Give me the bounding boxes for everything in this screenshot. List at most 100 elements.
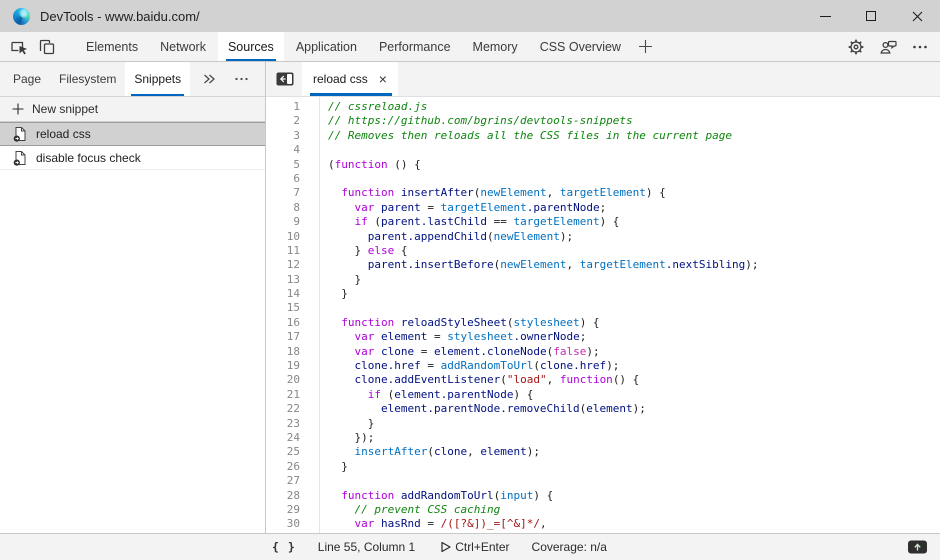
line-number[interactable]: 5 [266, 158, 300, 172]
code-line[interactable]: parent.insertBefore(newElement, targetEl… [328, 258, 940, 272]
coverage-status: Coverage: n/a [532, 540, 607, 554]
line-number[interactable]: 29 [266, 503, 300, 517]
code-line[interactable]: } [328, 417, 940, 431]
code-line[interactable]: (function () { [328, 158, 940, 172]
line-number[interactable]: 12 [266, 258, 300, 272]
code-line[interactable]: var element = stylesheet.ownerNode; [328, 330, 940, 344]
navigator-tab-snippets[interactable]: Snippets [125, 62, 190, 96]
code-line[interactable]: function addRandomToUrl(input) { [328, 489, 940, 503]
settings-button[interactable] [840, 32, 872, 61]
code-line[interactable]: // https://github.com/bgrins/devtools-sn… [328, 114, 940, 128]
code-line[interactable]: insertAfter(clone, element); [328, 445, 940, 459]
more-navigator-tabs-button[interactable] [196, 62, 222, 96]
hide-navigator-button[interactable] [274, 62, 296, 96]
line-number[interactable]: 19 [266, 359, 300, 373]
plus-icon [638, 39, 653, 54]
code-line[interactable]: var clone = element.cloneNode(false); [328, 345, 940, 359]
code-line[interactable]: } else { [328, 244, 940, 258]
close-button[interactable] [894, 0, 940, 32]
line-number[interactable]: 7 [266, 186, 300, 200]
more-tabs-icon [234, 72, 249, 86]
code-line[interactable]: } [328, 460, 940, 474]
line-number[interactable]: 10 [266, 230, 300, 244]
navigator-tab-page[interactable]: Page [4, 62, 50, 96]
code-line[interactable]: if (parent.lastChild == targetElement) { [328, 215, 940, 229]
line-number[interactable]: 13 [266, 273, 300, 287]
code-line[interactable] [328, 143, 940, 157]
line-number[interactable]: 11 [266, 244, 300, 258]
line-number[interactable]: 20 [266, 373, 300, 387]
code-line[interactable]: } [328, 287, 940, 301]
code-line[interactable] [328, 474, 940, 488]
tab-network[interactable]: Network [150, 32, 216, 61]
code-line[interactable]: // Removes then reloads all the CSS file… [328, 129, 940, 143]
navigator-tab-filesystem[interactable]: Filesystem [50, 62, 125, 96]
line-number[interactable]: 8 [266, 201, 300, 215]
tab-application[interactable]: Application [286, 32, 367, 61]
customize-devtools-button[interactable] [904, 32, 936, 61]
line-number[interactable]: 26 [266, 460, 300, 474]
code-line[interactable]: var parent = targetElement.parentNode; [328, 201, 940, 215]
tab-close-icon[interactable]: × [379, 72, 387, 86]
line-number[interactable]: 3 [266, 129, 300, 143]
navigator-tabs: PageFilesystemSnippets [4, 62, 190, 96]
minimize-button[interactable] [802, 0, 848, 32]
new-snippet-button[interactable]: New snippet [0, 97, 265, 122]
code-line[interactable]: clone.addEventListener("load", function(… [328, 373, 940, 387]
line-number[interactable]: 17 [266, 330, 300, 344]
line-number[interactable]: 24 [266, 431, 300, 445]
line-number[interactable]: 22 [266, 402, 300, 416]
panel-tab-bar: ElementsNetworkSourcesApplicationPerform… [75, 32, 632, 61]
code-line[interactable]: }); [328, 431, 940, 445]
maximize-button[interactable] [848, 0, 894, 32]
code-editor[interactable]: 1234567891011121314151617181920212223242… [266, 97, 940, 533]
feedback-button[interactable] [872, 32, 904, 61]
code-line[interactable]: if (element.parentNode) { [328, 388, 940, 402]
code-line[interactable]: clone.href = addRandomToUrl(clone.href); [328, 359, 940, 373]
navigator-more-options-button[interactable] [228, 62, 254, 96]
edge-logo-icon [13, 8, 30, 25]
tab-memory[interactable]: Memory [463, 32, 528, 61]
line-number[interactable]: 1 [266, 100, 300, 114]
tab-label: Memory [473, 40, 518, 54]
line-number[interactable]: 14 [266, 287, 300, 301]
new-snippet-label: New snippet [32, 102, 98, 116]
pretty-print-button[interactable]: { } [272, 540, 296, 554]
device-emulation-button[interactable] [33, 32, 61, 61]
line-number[interactable]: 2 [266, 114, 300, 128]
line-number[interactable]: 30 [266, 517, 300, 531]
snippet-item-reload-css[interactable]: reload css [0, 122, 265, 146]
line-number[interactable]: 28 [266, 489, 300, 503]
tab-performance[interactable]: Performance [369, 32, 461, 61]
more-tools-button[interactable] [632, 32, 660, 61]
code-line[interactable]: element.parentNode.removeChild(element); [328, 402, 940, 416]
tab-css-overview[interactable]: CSS Overview [530, 32, 631, 61]
code-line[interactable]: function reloadStyleSheet(stylesheet) { [328, 316, 940, 330]
code-line[interactable] [328, 172, 940, 186]
line-number[interactable]: 6 [266, 172, 300, 186]
open-drawer-button[interactable] [907, 539, 928, 555]
editor-tab-reload-css[interactable]: reload css × [302, 62, 398, 96]
code-line[interactable]: var hasRnd = /([?&])_=[^&]*/, [328, 517, 940, 531]
line-number[interactable]: 9 [266, 215, 300, 229]
line-number[interactable]: 27 [266, 474, 300, 488]
devtools-window: DevTools - www.baidu.com/ [0, 0, 940, 560]
code-line[interactable]: parent.appendChild(newElement); [328, 230, 940, 244]
status-bar: { } Line 55, Column 1 Ctrl+Enter Coverag… [0, 533, 940, 560]
inspect-element-button[interactable] [5, 32, 33, 61]
line-number[interactable]: 15 [266, 301, 300, 315]
code-line[interactable]: // cssreload.js [328, 100, 940, 114]
line-number[interactable]: 18 [266, 345, 300, 359]
tab-elements[interactable]: Elements [76, 32, 148, 61]
line-number[interactable]: 4 [266, 143, 300, 157]
tab-sources[interactable]: Sources [218, 32, 284, 61]
code-line[interactable] [328, 301, 940, 315]
code-line[interactable]: function insertAfter(newElement, targetE… [328, 186, 940, 200]
snippet-item-disable-focus-check[interactable]: disable focus check [0, 146, 265, 170]
code-line[interactable]: // prevent CSS caching [328, 503, 940, 517]
line-number[interactable]: 16 [266, 316, 300, 330]
line-number[interactable]: 21 [266, 388, 300, 402]
line-number[interactable]: 25 [266, 445, 300, 459]
line-number[interactable]: 23 [266, 417, 300, 431]
code-line[interactable]: } [328, 273, 940, 287]
